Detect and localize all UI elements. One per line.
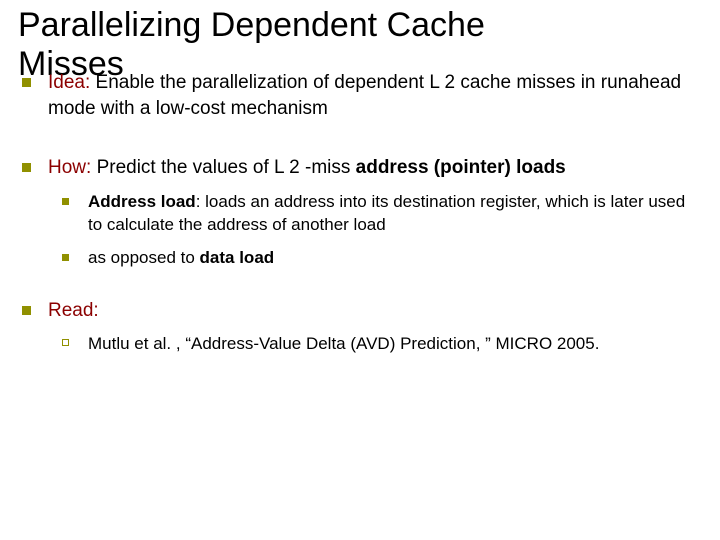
bullet-how-lead: How: bbox=[48, 157, 91, 178]
bullet-idea-text: Enable the parallelization of dependent … bbox=[48, 72, 681, 119]
square-bullet-icon bbox=[62, 198, 69, 205]
slide-body: Idea: Enable the parallelization of depe… bbox=[22, 70, 692, 356]
bullet-read-text: Read: bbox=[48, 300, 99, 321]
square-bullet-icon bbox=[22, 163, 31, 172]
square-bullet-icon bbox=[62, 254, 69, 261]
bullet-how-bold: address (pointer) loads bbox=[356, 157, 566, 178]
subbullet-data-load: as opposed to data load bbox=[62, 247, 692, 270]
bullet-read: Read: bbox=[22, 298, 692, 324]
slide: Parallelizing Dependent Cache Misses Ide… bbox=[0, 0, 720, 540]
subbullet-address-load: Address load: loads an address into its … bbox=[62, 191, 692, 237]
hollow-square-bullet-icon bbox=[62, 339, 69, 346]
bullet-how-mid: Predict the values of L 2 -miss bbox=[91, 157, 355, 178]
title-line-1: Parallelizing Dependent Cache bbox=[18, 6, 485, 44]
subbullet-data-load-lead: as opposed to bbox=[88, 248, 200, 267]
square-bullet-icon bbox=[22, 78, 31, 87]
subbullet-citation-text: Mutlu et al. , “Address-Value Delta (AVD… bbox=[88, 334, 599, 353]
bullet-idea-lead: Idea: bbox=[48, 72, 90, 93]
bullet-idea: Idea: Enable the parallelization of depe… bbox=[22, 70, 692, 121]
bullet-how: How: Predict the values of L 2 -miss add… bbox=[22, 155, 692, 181]
subbullet-address-load-bold: Address load bbox=[88, 192, 196, 211]
subbullet-citation: Mutlu et al. , “Address-Value Delta (AVD… bbox=[62, 333, 692, 356]
square-bullet-icon bbox=[22, 306, 31, 315]
subbullet-data-load-bold: data load bbox=[200, 248, 275, 267]
